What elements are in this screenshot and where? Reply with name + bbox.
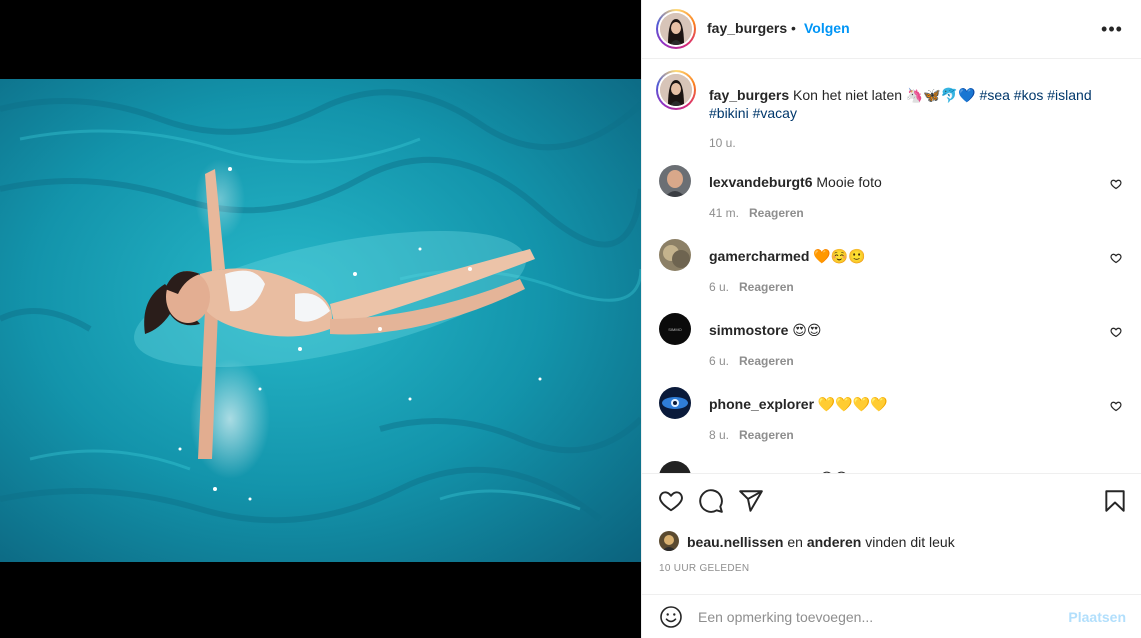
like-comment-heart-icon[interactable] — [1110, 326, 1122, 338]
comment-username[interactable]: lexvandeburgt6 — [709, 174, 812, 190]
post-timestamp[interactable]: 10 UUR GELEDEN — [659, 563, 749, 574]
swimmer-photo — [0, 79, 641, 562]
likes-and: en — [787, 534, 803, 550]
commenter-avatar[interactable] — [659, 387, 691, 419]
post-comment-button[interactable]: Plaatsen — [1068, 609, 1126, 625]
reply-button[interactable]: Reageren — [739, 280, 794, 294]
add-comment-bar: Plaatsen — [642, 594, 1141, 638]
caption-avatar-image — [660, 74, 692, 106]
commenter-avatar[interactable] — [659, 239, 691, 271]
author-avatar[interactable] — [656, 9, 696, 49]
liker-avatar[interactable] — [659, 531, 679, 551]
hashtag-island[interactable]: #island — [1047, 87, 1091, 103]
likes-text: beau.nellissen en anderen vinden dit leu… — [687, 534, 955, 550]
commenter-avatar[interactable] — [659, 165, 691, 197]
likes-summary: beau.nellissen en anderen vinden dit leu… — [659, 531, 1129, 553]
follow-button[interactable]: Volgen — [804, 20, 850, 36]
hashtag-sea[interactable]: #sea — [980, 87, 1010, 103]
comment-item: x_rawienliye777 😍😍 — [659, 461, 1129, 473]
comment-meta: 6 u. Reageren — [709, 280, 794, 294]
comment-body: Mooie foto — [816, 174, 882, 190]
comment-text: gamercharmed 🧡☺️🙂 — [709, 247, 866, 265]
avatar-image — [659, 239, 691, 271]
comment-time[interactable]: 6 u. — [709, 354, 729, 368]
avatar-image: SIMMO — [659, 313, 691, 345]
caption-username[interactable]: fay_burgers — [709, 87, 789, 103]
comments-list[interactable]: fay_burgers Kon het niet laten 🦄🦋🐬💙 #sea… — [642, 59, 1141, 473]
likes-others-link[interactable]: anderen — [807, 534, 861, 550]
comment-username[interactable]: phone_explorer — [709, 396, 814, 412]
caption-emojis: 🦄🦋🐬💙 — [905, 87, 976, 103]
comment-item: phone_explorer 💛💛💛💛 8 u. Reageren — [659, 387, 1129, 447]
author-username[interactable]: fay_burgers — [707, 20, 787, 36]
comment-text: simmostore 😍😍 — [709, 321, 821, 339]
more-options-icon[interactable]: ••• — [1100, 14, 1124, 44]
emoji-smiley-icon[interactable] — [659, 605, 683, 629]
liker-avatar-image — [659, 531, 679, 551]
post-photo[interactable] — [0, 79, 641, 562]
caption-avatar[interactable] — [656, 70, 696, 110]
post-actions: beau.nellissen en anderen vinden dit leu… — [642, 473, 1141, 593]
comment-username[interactable]: gamercharmed — [709, 248, 809, 264]
like-comment-heart-icon[interactable] — [1110, 178, 1122, 190]
hashtag-bikini[interactable]: #bikini — [709, 105, 749, 121]
like-comment-heart-icon[interactable] — [1110, 252, 1122, 264]
caption-body: Kon het niet laten — [793, 87, 903, 103]
comment-meta: 41 m. Reageren — [709, 206, 804, 220]
comment-text: phone_explorer 💛💛💛💛 — [709, 395, 888, 413]
caption-time[interactable]: 10 u. — [709, 136, 736, 150]
comment-meta: 6 u. Reageren — [709, 354, 794, 368]
comment-text: lexvandeburgt6 Mooie foto — [709, 173, 882, 191]
comment-time[interactable]: 8 u. — [709, 428, 729, 442]
post-panel: fay_burgers • Volgen ••• fay_burgers Kon… — [641, 0, 1141, 638]
comment-time[interactable]: 6 u. — [709, 280, 729, 294]
hashtag-vacay[interactable]: #vacay — [753, 105, 797, 121]
avatar-image — [659, 165, 691, 197]
reply-button[interactable]: Reageren — [749, 206, 804, 220]
post-media — [0, 0, 641, 638]
share-paper-plane-icon[interactable] — [738, 488, 764, 514]
liker-username[interactable]: beau.nellissen — [687, 534, 783, 550]
avatar-image — [659, 461, 691, 473]
comment-body: 🧡☺️🙂 — [813, 248, 866, 264]
post-header: fay_burgers • Volgen ••• — [642, 0, 1141, 59]
comment-item: gamercharmed 🧡☺️🙂 6 u. Reageren — [659, 239, 1129, 299]
comment-input[interactable] — [698, 603, 1038, 631]
likes-suffix: vinden dit leuk — [865, 534, 955, 550]
svg-text:SIMMO: SIMMO — [668, 327, 682, 332]
save-bookmark-icon[interactable] — [1102, 488, 1128, 514]
caption-text: fay_burgers Kon het niet laten 🦄🦋🐬💙 #sea… — [709, 86, 1119, 122]
comment-username[interactable]: simmostore — [709, 322, 788, 338]
reply-button[interactable]: Reageren — [739, 428, 794, 442]
reply-button[interactable]: Reageren — [739, 354, 794, 368]
like-heart-icon[interactable] — [658, 488, 684, 514]
comment-body: 💛💛💛💛 — [817, 396, 888, 412]
avatar-image — [659, 387, 691, 419]
separator-dot: • — [791, 20, 796, 36]
commenter-avatar[interactable]: SIMMO — [659, 313, 691, 345]
like-comment-heart-icon[interactable] — [1110, 400, 1122, 412]
hashtag-kos[interactable]: #kos — [1014, 87, 1044, 103]
comment-body: 😍😍 — [792, 322, 822, 338]
comment-item: lexvandeburgt6 Mooie foto 41 m. Reageren — [659, 165, 1129, 225]
commenter-avatar[interactable] — [659, 461, 691, 473]
comment-bubble-icon[interactable] — [698, 488, 724, 514]
author-avatar-image — [660, 13, 692, 45]
comment-time[interactable]: 41 m. — [709, 206, 739, 220]
comment-meta: 8 u. Reageren — [709, 428, 794, 442]
comment-item: SIMMO simmostore 😍😍 6 u. Reageren — [659, 313, 1129, 373]
